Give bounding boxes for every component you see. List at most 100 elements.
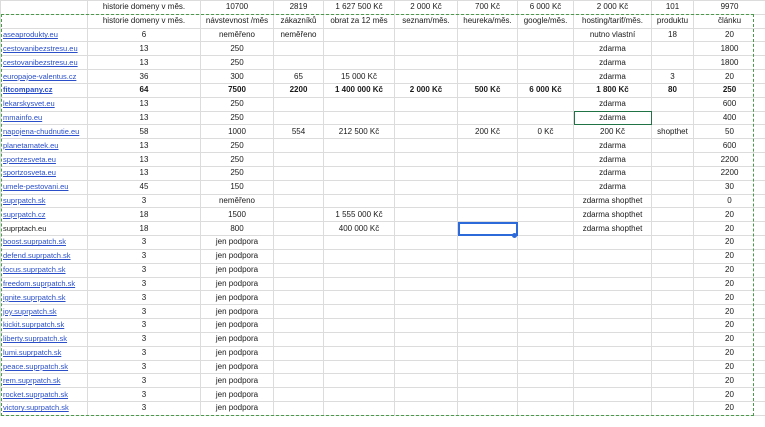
cell-customers[interactable] [273,138,324,154]
cell-revenue[interactable] [323,55,395,71]
cell-heureka[interactable] [457,110,518,126]
cell-google[interactable]: 0 Kč [517,124,574,140]
cell-history[interactable]: 3 [87,276,201,292]
cell-traffic[interactable]: 250 [200,41,274,57]
cell-hosting[interactable]: zdarma [573,152,652,167]
cell-products[interactable] [651,96,694,112]
cell-seznam[interactable] [394,318,458,333]
cell-revenue[interactable] [323,290,395,306]
cell-revenue[interactable] [323,110,395,126]
cell-history[interactable]: 13 [87,96,201,112]
cell-heureka[interactable] [457,41,518,57]
cell-google[interactable] [517,345,574,361]
cell-revenue[interactable] [323,262,395,278]
cell-seznam[interactable] [394,152,458,167]
cell-seznam[interactable] [394,276,458,292]
cell-seznam[interactable] [394,387,458,403]
cell-seznam[interactable] [394,165,458,181]
cell-domain[interactable]: defend.suprpatch.sk [0,248,88,264]
cell-traffic[interactable]: jen podpora [200,290,274,306]
cell-heureka[interactable] [457,359,518,375]
cell-articles[interactable]: 600 [693,138,765,154]
cell-hosting[interactable]: zdarma shopthet [573,207,652,223]
cell-revenue[interactable]: 400 000 Kč [323,221,395,237]
cell-products[interactable] [651,248,694,264]
cell-traffic[interactable]: jen podpora [200,387,274,403]
cell-history[interactable]: 45 [87,179,201,195]
cell-revenue[interactable] [323,41,395,57]
cell-heureka[interactable]: heureka/měs. [457,13,518,29]
cell-heureka[interactable] [457,193,518,209]
cell-revenue[interactable] [323,276,395,292]
cell-products[interactable]: 101 [651,0,694,15]
cell-traffic[interactable]: 250 [200,110,274,126]
cell-history[interactable]: 3 [87,248,201,264]
cell-traffic[interactable]: jen podpora [200,276,274,292]
cell-revenue[interactable] [323,248,395,264]
cell-articles[interactable]: 20 [693,318,765,333]
cell-traffic[interactable]: 250 [200,55,274,71]
cell-history[interactable]: 3 [87,373,201,389]
cell-heureka[interactable] [457,27,518,43]
cell-traffic[interactable]: jen podpora [200,248,274,264]
cell-articles[interactable]: 20 [693,27,765,43]
cell-traffic[interactable]: neměřeno [200,193,274,209]
cell-articles[interactable]: 20 [693,387,765,403]
cell-seznam[interactable] [394,373,458,389]
cell-products[interactable] [651,359,694,375]
cell-articles[interactable]: článku [693,13,765,29]
cell-traffic[interactable]: 250 [200,138,274,154]
cell-google[interactable] [517,373,574,389]
cell-articles[interactable]: 20 [693,401,765,416]
cell-seznam[interactable] [394,96,458,112]
cell-domain[interactable]: europajoe-valentus.cz [0,69,88,84]
cell-google[interactable] [517,152,574,167]
cell-articles[interactable]: 600 [693,96,765,112]
cell-heureka[interactable] [457,69,518,84]
cell-products[interactable] [651,221,694,237]
cell-articles[interactable]: 20 [693,207,765,223]
cell-traffic[interactable]: jen podpora [200,331,274,347]
cell-hosting[interactable] [573,248,652,264]
cell-google[interactable] [517,304,574,320]
cell-seznam[interactable] [394,207,458,223]
cell-articles[interactable]: 20 [693,345,765,361]
cell-articles[interactable]: 20 [693,331,765,347]
cell-google[interactable] [517,207,574,223]
cell-customers[interactable] [273,221,324,237]
cell-domain[interactable]: ignite.suprpatch.sk [0,290,88,306]
cell-heureka[interactable]: 200 Kč [457,124,518,140]
cell-history[interactable]: 18 [87,207,201,223]
cell-products[interactable] [651,165,694,181]
cell-products[interactable]: 3 [651,69,694,84]
cell-products[interactable] [651,387,694,403]
cell-seznam[interactable] [394,359,458,375]
cell-traffic[interactable]: jen podpora [200,262,274,278]
cell-history[interactable]: 13 [87,55,201,71]
cell-hosting[interactable]: zdarma [573,96,652,112]
cell-heureka[interactable] [457,387,518,403]
cell-customers[interactable] [273,96,324,112]
cell-domain[interactable]: victory.suprpatch.sk [0,401,88,416]
cell-revenue[interactable]: obrat za 12 měs [323,13,395,29]
cell-customers[interactable] [273,179,324,195]
cell-domain[interactable]: joy.suprpatch.sk [0,304,88,320]
cell-seznam[interactable]: 2 000 Kč [394,0,458,15]
cell-heureka[interactable] [457,373,518,389]
cell-heureka[interactable] [457,235,518,250]
cell-customers[interactable] [273,401,324,416]
cell-domain[interactable]: focus.suprpatch.sk [0,262,88,278]
cell-hosting[interactable] [573,235,652,250]
cell-products[interactable]: shopthet [651,124,694,140]
cell-products[interactable] [651,152,694,167]
cell-google[interactable] [517,179,574,195]
cell-google[interactable] [517,41,574,57]
cell-traffic[interactable]: jen podpora [200,304,274,320]
cell-traffic[interactable]: 7500 [200,82,274,98]
cell-seznam[interactable] [394,235,458,250]
cell-traffic[interactable]: 1500 [200,207,274,223]
cell-products[interactable] [651,207,694,223]
cell-hosting[interactable] [573,331,652,347]
cell-revenue[interactable] [323,345,395,361]
cell-hosting[interactable]: 2 000 Kč [573,0,652,15]
